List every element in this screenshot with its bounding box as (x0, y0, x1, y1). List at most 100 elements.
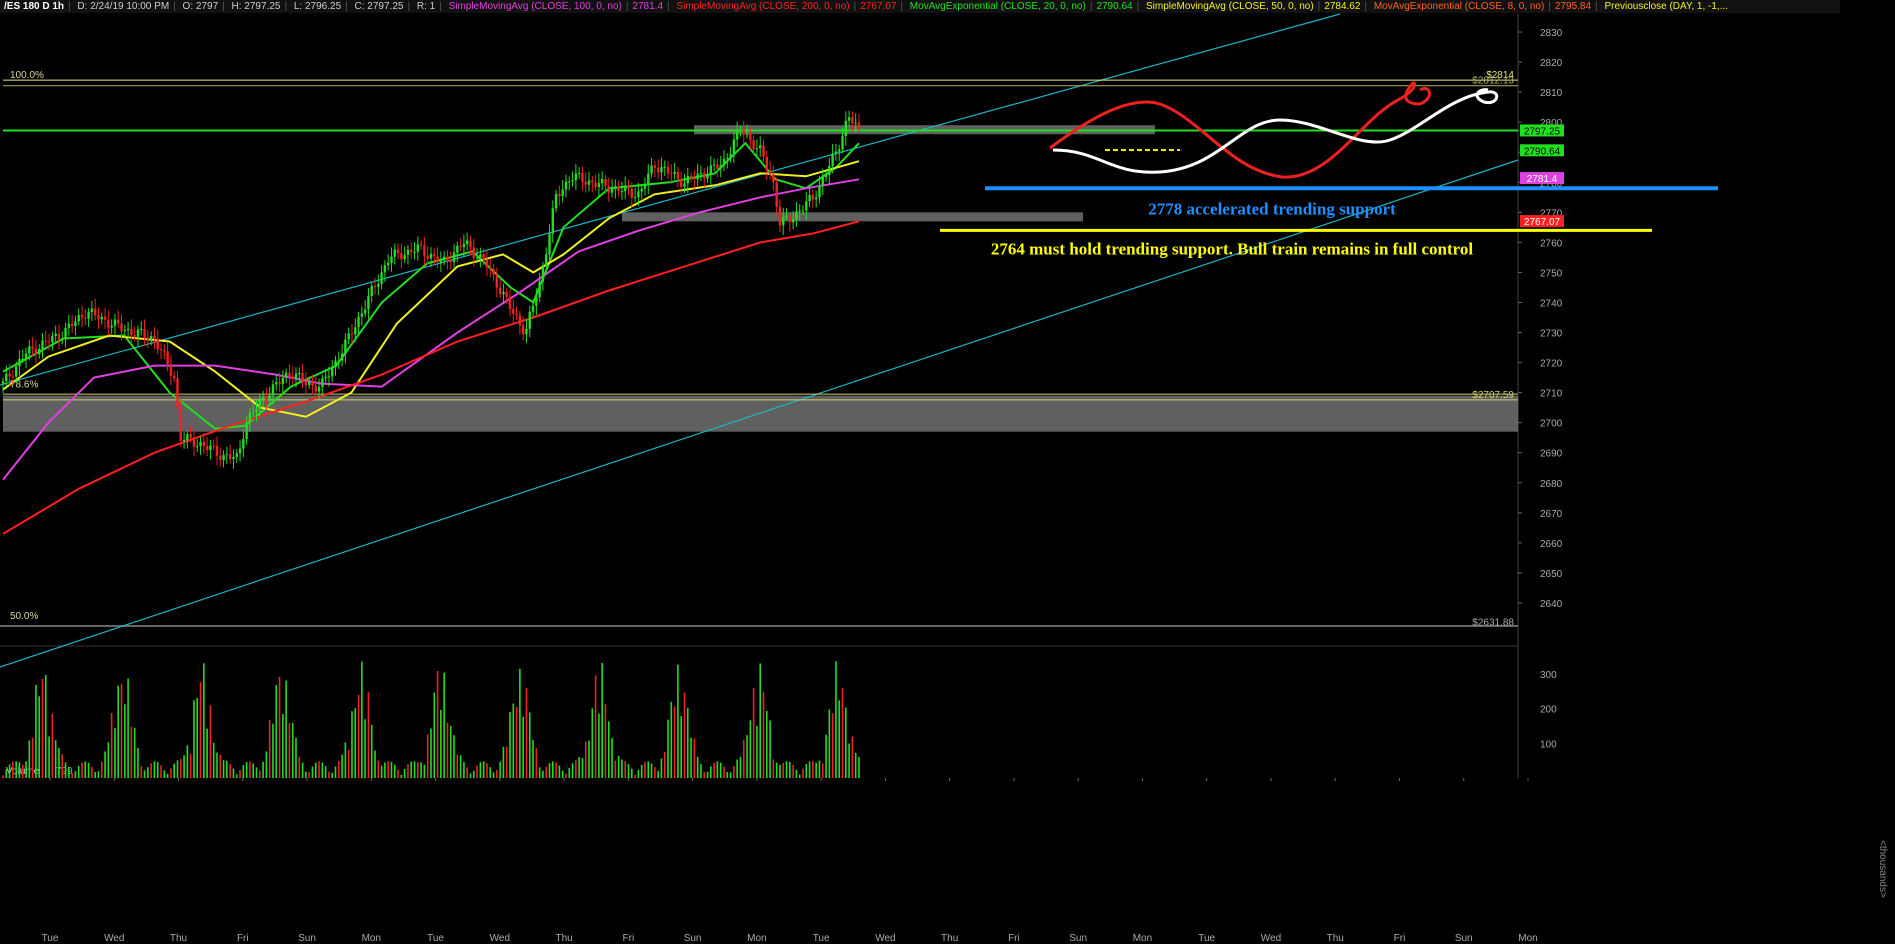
volume-bar (196, 698, 199, 778)
volume-bar (163, 770, 166, 778)
volume-bar (492, 772, 495, 778)
volume-bar (486, 763, 488, 778)
volume-bar (324, 766, 327, 778)
volume-bar (130, 726, 133, 778)
volume-bar (528, 712, 531, 778)
volume-bar (472, 770, 475, 778)
candle-body (535, 297, 538, 306)
candle-body (199, 441, 202, 447)
candle-body (307, 381, 311, 386)
candle-body (324, 376, 327, 379)
y-tick-label: 2710 (1540, 389, 1563, 400)
candle-body (765, 156, 768, 171)
trading-chart[interactable]: 2640 2650 2660 2670 2680 2690 2700 2710 2720 2730… (0, 0, 1895, 944)
x-tick-label: Fri (237, 933, 249, 944)
candle-body (782, 217, 785, 226)
volume-bar (272, 723, 274, 778)
symbol-label[interactable]: /ES 180 D 1h (0, 1, 68, 12)
candle-body (163, 350, 166, 352)
volume-bar (334, 766, 337, 778)
candle-body (459, 245, 462, 248)
volume-bar (110, 712, 113, 778)
candle-body (462, 244, 466, 248)
candle-body (212, 445, 215, 447)
volume-bar (667, 719, 669, 778)
volume-bar (193, 700, 195, 778)
x-tick-label: Sun (684, 933, 702, 944)
annotation-accelerated-support: 2778 accelerated trending support (1148, 199, 1396, 218)
candle-body (591, 180, 594, 183)
volume-bar (650, 763, 653, 778)
volume-bar (637, 769, 640, 778)
volume-bar (226, 760, 228, 778)
study-previousclose[interactable]: Previousclose (DAY, 1, -1,... (1600, 1, 1732, 12)
volume-bar (107, 742, 110, 778)
study-sma50[interactable]: SimpleMovingAvg (CLOSE, 50, 0, no) (1142, 1, 1318, 12)
candle-body (103, 316, 107, 320)
volume-bar (535, 748, 538, 778)
study-ema8-value: 2795.84 (1554, 1, 1592, 12)
volume-bar (370, 725, 373, 778)
candle-body (610, 188, 614, 193)
study-sma200[interactable]: SimpleMovingAvg (CLOSE, 200, 0, no) (672, 1, 853, 12)
volume-bar (235, 774, 238, 778)
volume-bar (252, 763, 255, 778)
volume-bar (380, 765, 383, 778)
volume-bar (759, 663, 762, 778)
volume-bar (153, 761, 156, 778)
volume-bar (482, 761, 485, 778)
candle-body (406, 249, 410, 255)
volume-bar (140, 765, 143, 778)
candle-body (554, 193, 558, 209)
volume-bar (772, 759, 775, 778)
study-sma100[interactable]: SimpleMovingAvg (CLOSE, 100, 0, no) (445, 1, 626, 12)
study-ema8[interactable]: MovAvgExponential (CLOSE, 8, 0, no) (1370, 1, 1548, 12)
volume-bar (285, 680, 287, 778)
x-tick-label: Sun (1069, 933, 1087, 944)
volume-bar (245, 761, 248, 778)
candle-body (238, 448, 242, 454)
candle-body (1, 381, 5, 384)
candle-body (686, 176, 689, 184)
volume-bar (124, 704, 126, 778)
volume-bar (798, 774, 801, 778)
volume-bar (351, 711, 353, 778)
candle-body (130, 328, 133, 336)
candle-body (594, 182, 597, 188)
candle-body (357, 316, 360, 328)
volume-bar (713, 762, 715, 778)
candle-body (347, 333, 350, 340)
candle-body (805, 201, 808, 211)
candle-body (689, 176, 693, 179)
volume-bar (25, 761, 27, 778)
candle-body (640, 188, 643, 192)
candle-body (752, 140, 755, 150)
x-tick-label: Mon (1518, 933, 1537, 944)
candle-body (814, 197, 818, 200)
y-tick-label: 2660 (1540, 539, 1563, 550)
volume-bar (624, 761, 627, 778)
level-label: $2707.59 (1472, 390, 1514, 401)
candle-body (475, 257, 479, 259)
volume-bar (459, 755, 462, 778)
candle-body (202, 441, 206, 447)
volume-bar (249, 761, 251, 778)
study-ema20[interactable]: MovAvgExponential (CLOSE, 20, 0, no) (906, 1, 1090, 12)
candle-body (643, 185, 647, 189)
candle-body (156, 339, 159, 350)
volume-bar (673, 706, 676, 778)
candle-body (584, 181, 587, 185)
bar-range: R: 1 (416, 1, 436, 12)
volume-bar (683, 692, 686, 778)
x-tick-label: Wed (490, 933, 510, 944)
volume-bar (413, 761, 416, 778)
study-sma100-value: 2781.4 (632, 1, 664, 12)
x-tick-label: Fri (1394, 933, 1406, 944)
volume-bar (104, 751, 106, 778)
volume-bar (212, 742, 215, 778)
candle-body (258, 399, 261, 410)
y-tick-label: 2680 (1540, 479, 1563, 490)
volume-bar (77, 765, 80, 778)
price-panel (3, 14, 1518, 624)
candle-body (647, 173, 650, 186)
